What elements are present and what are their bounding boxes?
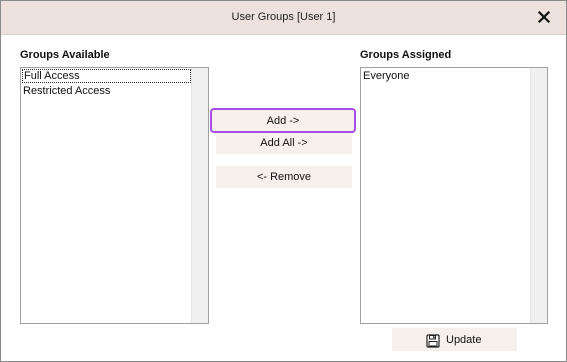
list-item-everyone[interactable]: Everyone [362,69,530,83]
add-button-label: Add -> [266,115,300,127]
update-button[interactable]: Update [392,328,517,351]
save-disk-icon [426,334,440,348]
groups-available-list[interactable]: Full Access Restricted Access [20,67,209,324]
dialog-title: User Groups [User 1] [231,11,336,23]
user-groups-dialog: User Groups [User 1] Groups Available Fu… [0,0,567,362]
add-all-button[interactable]: Add All -> [216,133,352,154]
add-all-button-label: Add All -> [260,137,308,149]
groups-assigned-list[interactable]: Everyone [360,67,548,324]
list-item-full-access[interactable]: Full Access [22,69,191,83]
close-icon[interactable] [536,9,552,25]
groups-assigned-label: Groups Assigned [360,49,452,61]
groups-available-label: Groups Available [20,49,110,61]
add-button[interactable]: Add -> [210,108,356,133]
title-bar: User Groups [User 1] [1,1,566,35]
remove-button[interactable]: <- Remove [216,166,352,188]
groups-assigned-scrollbar[interactable] [530,68,547,323]
groups-available-scrollbar[interactable] [191,68,208,323]
remove-button-label: <- Remove [256,171,312,183]
list-item-restricted-access[interactable]: Restricted Access [22,84,191,98]
update-button-label: Update [446,334,482,346]
